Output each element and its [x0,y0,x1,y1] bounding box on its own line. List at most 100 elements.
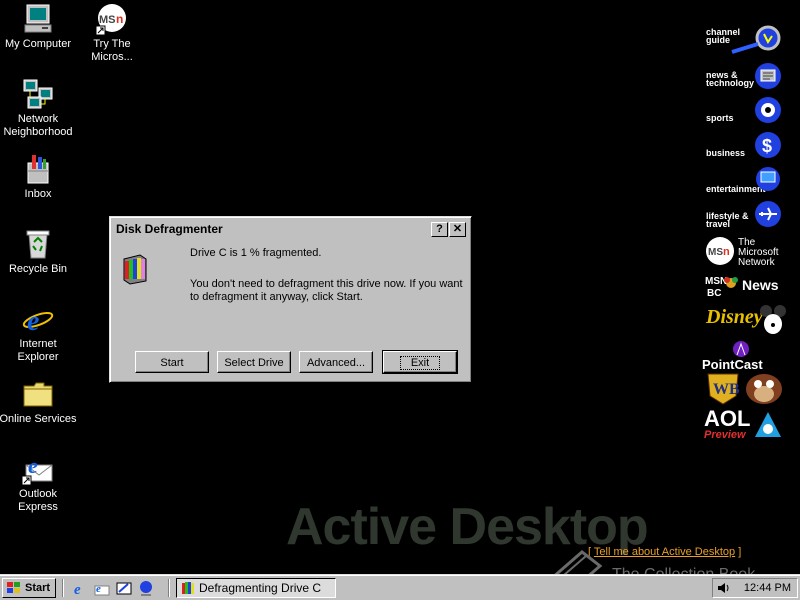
channel-business[interactable]: business $ [704,131,800,165]
svg-text:n: n [116,12,123,26]
desktop-icon-label: Recycle Bin [8,263,68,275]
svg-text:e: e [27,306,39,335]
fragmentation-status: Drive C is 1 % fragmented. [190,247,322,259]
svg-text:n: n [723,246,730,258]
defrag-task-icon [182,582,194,594]
taskbar-separator [168,579,170,597]
exit-button-label: Exit [399,356,441,370]
channel-label: News [742,277,779,293]
advanced-button-label: Advanced... [306,357,366,369]
desktop-icon-inbox[interactable]: Inbox [0,153,78,201]
advanced-button[interactable]: Advanced... [299,351,373,373]
pointcast-icon [733,341,749,357]
ie-quicklaunch-icon[interactable]: e [72,580,88,596]
wb-logo-icon: WB [707,373,782,405]
dollar-icon: $ [755,132,781,158]
soccer-ball-icon [755,97,781,123]
task-label: Defragmenting Drive C [199,581,322,595]
help-button[interactable]: ? [431,222,448,237]
desktop-icon-label: Inbox [24,188,52,200]
bracket-close: ] [738,546,742,558]
desktop-icon-recycle-bin[interactable]: Recycle Bin [0,228,78,276]
channel-msn[interactable]: MS n The Microsoft Network [704,236,800,270]
channel-sports[interactable]: sports [704,96,800,130]
channel-label: The Microsoft Network [738,237,779,268]
dialog-titlebar[interactable]: Disk Defragmenter ? ✕ [113,220,468,238]
volume-icon[interactable] [717,581,731,595]
channel-label: sports [706,113,734,123]
desktop-icon-try-msn[interactable]: MS n Try The Micros... [72,3,152,64]
start-menu-button[interactable]: Start [2,578,56,598]
desktop-icon-my-computer[interactable]: My Computer [0,3,78,51]
task-defragmenting-drive-c[interactable]: Defragmenting Drive C [176,578,336,598]
clock[interactable]: 12:44 PM [744,579,791,597]
channel-news-technology[interactable]: news & technology [704,62,800,96]
channel-guide[interactable]: channel guide [704,24,800,58]
internet-explorer-icon: e [22,306,54,335]
outlook-quicklaunch-icon[interactable]: e [94,580,110,596]
desktop-icon-internet-explorer[interactable]: e Internet Explorer [0,303,78,364]
desktop-icon-network-neighborhood[interactable]: Network Neighborhood [0,78,78,139]
desktop-icon-label: My Computer [4,38,72,50]
desktop-icon-online-services[interactable]: Online Services [0,378,78,426]
channel-entertainment[interactable]: entertainment [704,166,800,200]
windows-logo-icon [7,582,20,593]
taskbar: Start e e Defragmenting Drive C 12:44 PM [0,574,800,600]
newspaper-icon [755,63,781,89]
channel-msnbc-news[interactable]: MSN BC News [704,272,800,306]
channel-lifestyle-travel[interactable]: lifestyle & travel [704,200,800,234]
select-drive-button-label: Select Drive [224,357,284,369]
disney-logo-icon: Disney [704,304,786,336]
channel-label: AOL [704,406,751,431]
channel-pointcast[interactable]: PointCast [702,340,800,374]
recommendation-line2: to defragment it anyway, click Start. [190,291,363,303]
system-tray: 12:44 PM [712,578,798,598]
recommendation-line1: You don't need to defragment this drive … [190,278,463,290]
msn-icon: MS n [96,4,126,35]
tv-icon [756,167,780,191]
view-channels-icon[interactable] [138,580,154,596]
tell-me-link[interactable]: Tell me about Active Desktop [594,546,735,558]
channel-wb[interactable]: WB [704,372,800,406]
magnifier-icon [731,25,781,54]
desktop-icon-label: Network Neighborhood [3,113,73,138]
svg-text:WB: WB [713,381,740,398]
outlook-express-icon: e [22,453,53,485]
svg-text:e: e [28,453,38,478]
folder-icon [23,382,53,407]
channel-aol-preview[interactable]: AOL Preview [704,408,800,442]
channel-disney[interactable]: Disney [704,302,800,336]
defrag-icon [123,254,147,285]
mickey-icon [760,305,786,334]
desktop-icon-outlook-express[interactable]: e Outlook Express [0,453,78,514]
exit-button[interactable]: Exit [382,350,458,374]
disk-defragmenter-dialog: Disk Defragmenter ? ✕ Drive C is 1 % fra… [109,216,472,383]
recycle-bin-icon [26,230,50,259]
desktop-icon-label: Online Services [0,413,77,425]
aol-triangle-icon [755,412,781,437]
start-button[interactable]: Start [135,351,209,373]
svg-text:e: e [96,583,101,595]
select-drive-button[interactable]: Select Drive [217,351,291,373]
svg-text:$: $ [762,136,772,156]
desktop-icon-label: Try The Micros... [91,38,133,63]
dialog-title: Disk Defragmenter [116,222,223,236]
close-button[interactable]: ✕ [449,222,466,237]
close-icon: ✕ [452,223,463,235]
tell-me-about-active-desktop[interactable]: [ Tell me about Active Desktop ] [588,546,741,558]
msnbc-logo-icon: MSN BC [705,274,739,298]
aol-sub-label: Preview [704,429,746,441]
svg-text:MS: MS [99,14,116,26]
taskbar-separator [62,579,64,597]
computer-icon [24,4,52,33]
show-desktop-icon[interactable] [116,580,132,596]
desktop-icon-label: Internet Explorer [17,338,59,363]
help-icon: ? [436,223,443,235]
network-icon [23,79,53,109]
start-button-label: Start [160,357,184,369]
svg-text:MS: MS [708,247,723,258]
start-label: Start [25,582,51,594]
channel-label: business [706,148,746,158]
msn-logo-icon: MS n [706,237,734,265]
channel-label: Disney [706,306,763,328]
